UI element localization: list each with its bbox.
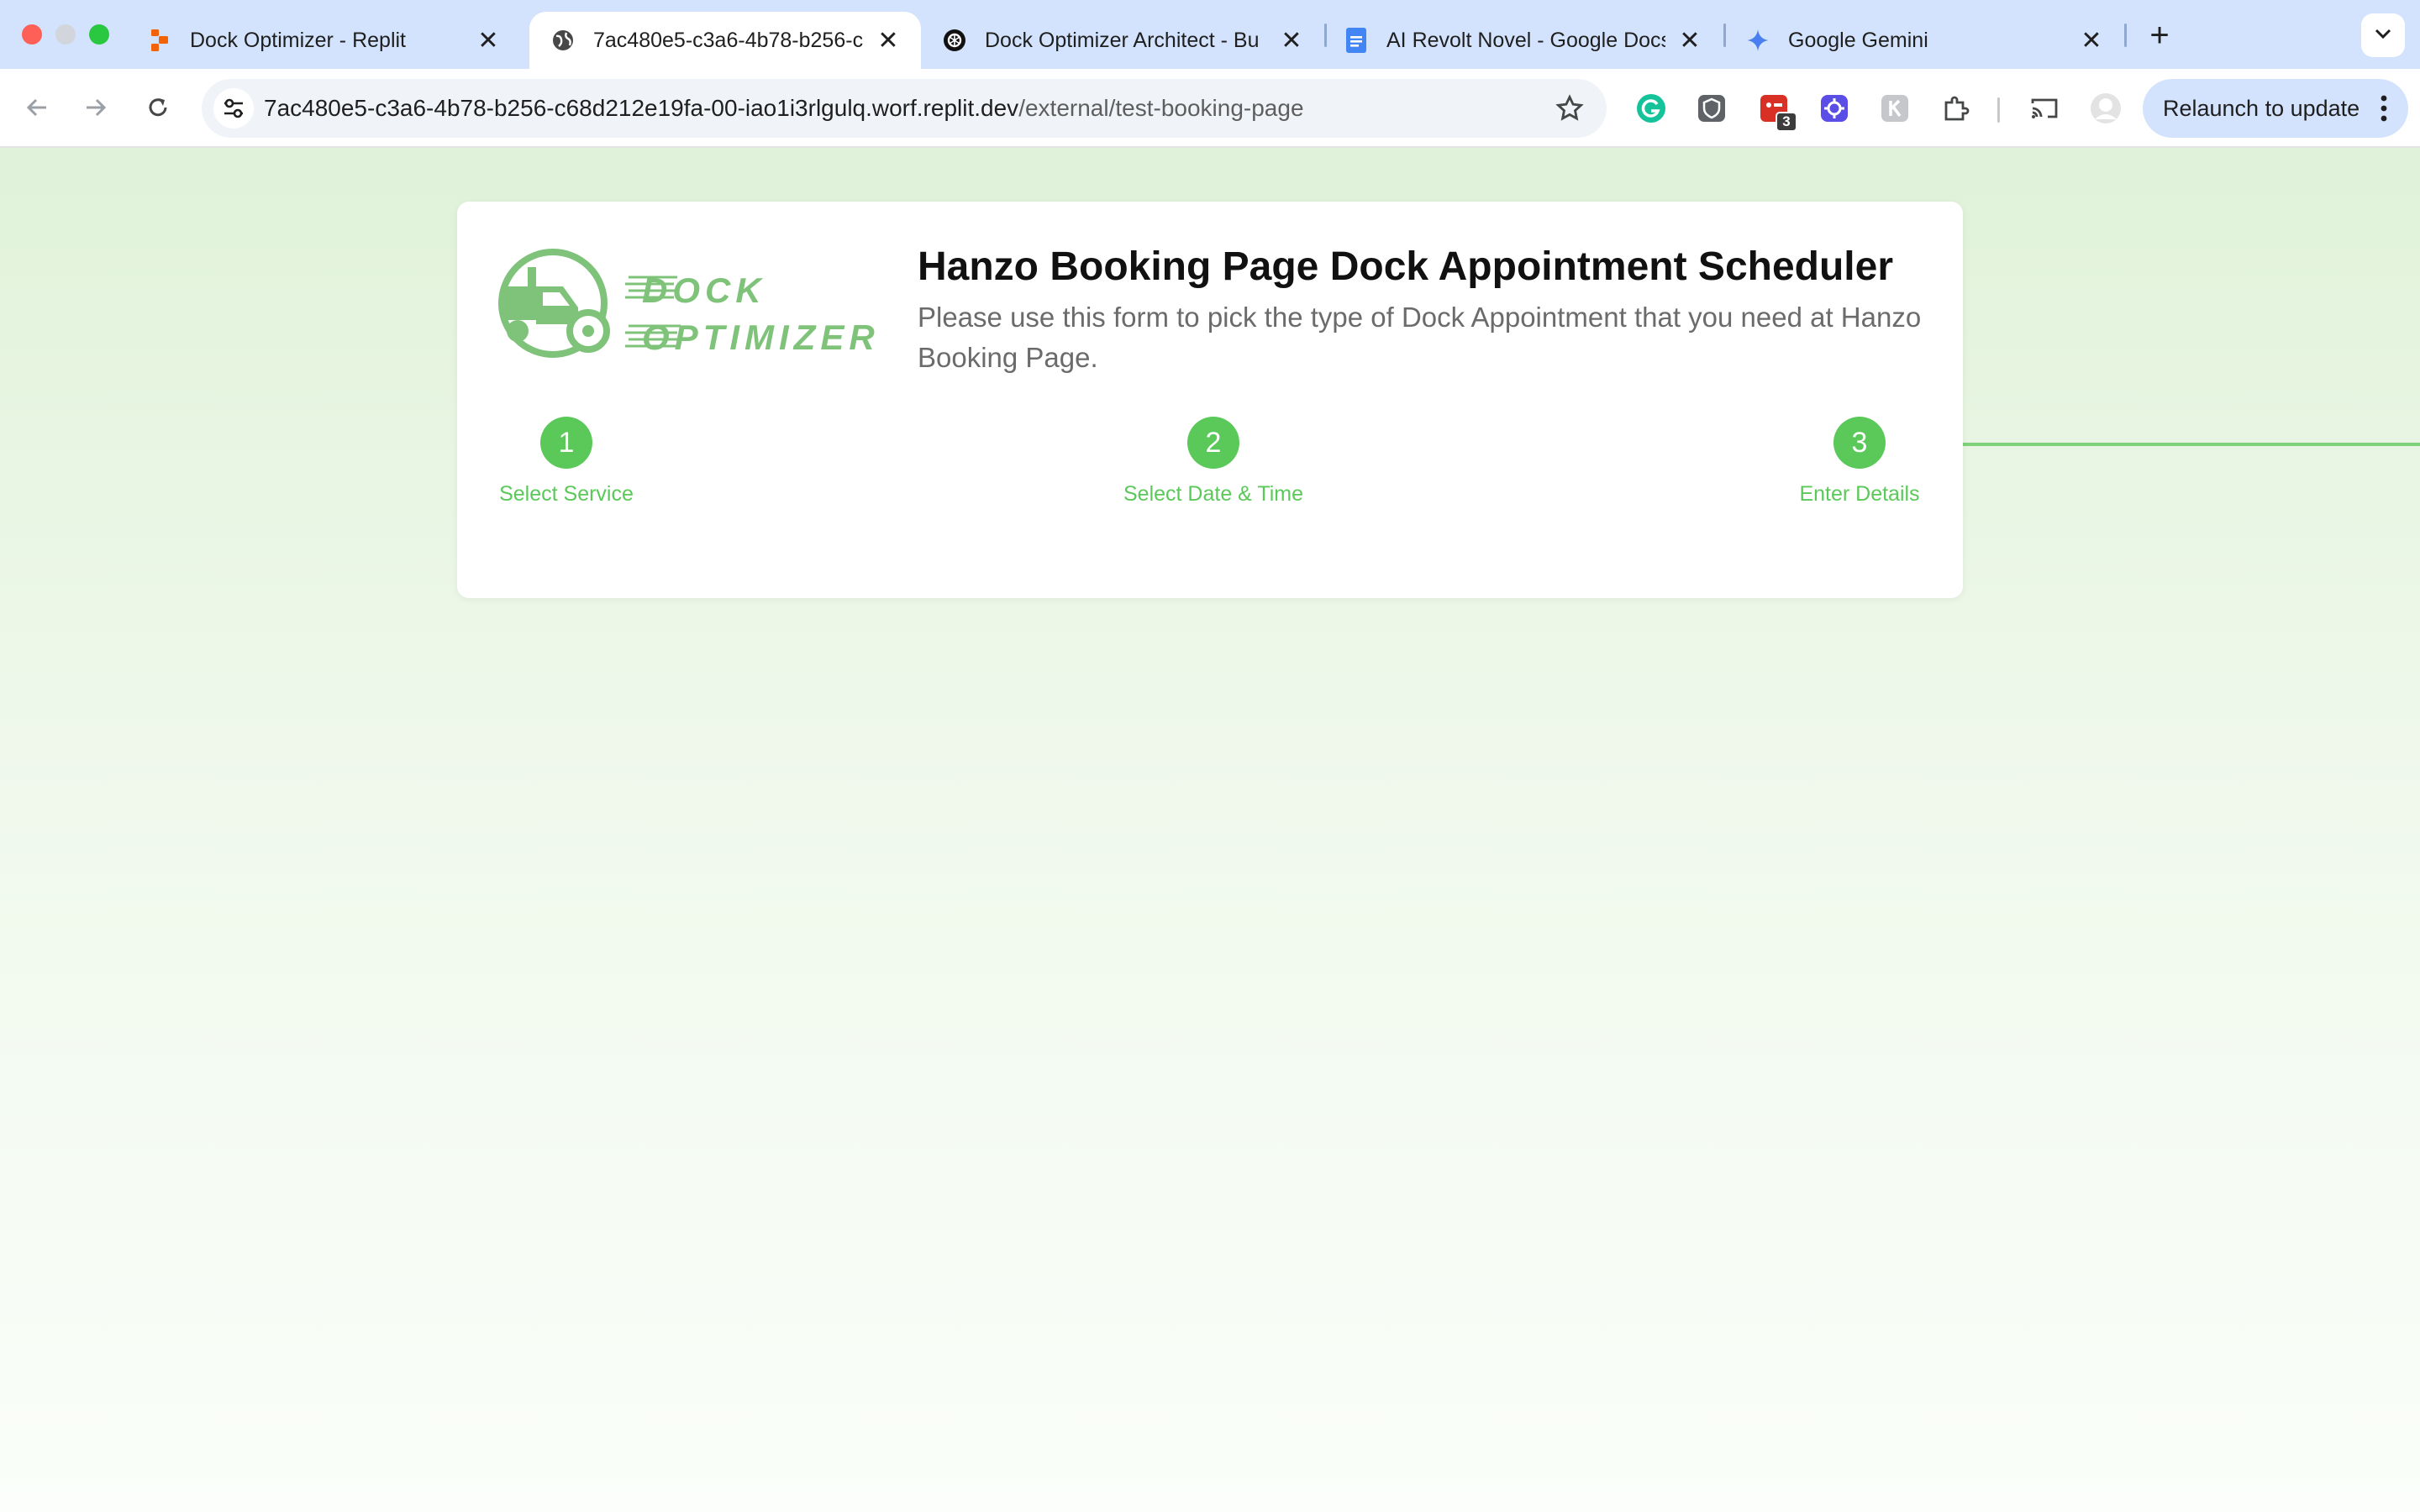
- tab-search-button[interactable]: [2361, 13, 2405, 57]
- notification-count: 3: [1776, 112, 1797, 132]
- maximize-window-button[interactable]: [89, 24, 109, 45]
- tab-separator: [2124, 24, 2127, 47]
- more-vert-icon[interactable]: [2371, 91, 2396, 126]
- chevron-down-icon: [2374, 28, 2392, 44]
- cast-icon[interactable]: [2028, 92, 2061, 125]
- tab-ai-revolt-novel[interactable]: AI Revolt Novel - Google Docs ✕: [1323, 12, 1723, 69]
- extension-gear-icon[interactable]: [1818, 92, 1851, 125]
- tab-title: Dock Optimizer Architect - Bu: [985, 28, 1260, 52]
- extension-badge-icon[interactable]: 3: [1757, 92, 1797, 132]
- reload-button[interactable]: [138, 87, 178, 128]
- tab-dock-optimizer-architect[interactable]: Dock Optimizer Architect - Bu ✕: [921, 12, 1324, 69]
- tab-close-icon[interactable]: ✕: [876, 27, 901, 55]
- toolbar-separator: [1997, 97, 2000, 123]
- chatgpt-icon: [943, 29, 966, 52]
- step-label: Select Service: [499, 482, 634, 506]
- tab-title: AI Revolt Novel - Google Docs: [1386, 28, 1665, 52]
- close-window-button[interactable]: [22, 24, 42, 45]
- new-tab-button[interactable]: +: [2141, 17, 2178, 54]
- reload-icon: [149, 98, 167, 117]
- step-number: 1: [540, 417, 592, 469]
- tab-close-icon[interactable]: ✕: [1279, 27, 1304, 55]
- page-title: Hanzo Booking Page Dock Appointment Sche…: [918, 244, 1893, 289]
- tab-title: 7ac480e5-c3a6-4b78-b256-c: [593, 28, 864, 52]
- tab-dock-optimizer-replit[interactable]: Dock Optimizer - Replit ✕: [126, 12, 521, 69]
- step-number: 3: [1833, 417, 1886, 469]
- step-select-service[interactable]: 1 Select Service: [497, 417, 635, 507]
- tab-title: Dock Optimizer - Replit: [190, 28, 406, 52]
- tab-close-icon[interactable]: ✕: [2079, 27, 2104, 55]
- extension-shield-icon[interactable]: [1695, 92, 1728, 125]
- relaunch-label: Relaunch to update: [2163, 96, 2360, 121]
- tab-booking-page[interactable]: 7ac480e5-c3a6-4b78-b256-c ✕: [529, 12, 921, 69]
- step-label: Select Date & Time: [1123, 482, 1303, 506]
- tab-title: Google Gemini: [1788, 28, 1928, 52]
- gemini-icon: [1746, 29, 1770, 52]
- relaunch-to-update-button[interactable]: Relaunch to update: [2143, 79, 2408, 138]
- back-button[interactable]: [17, 87, 57, 128]
- booking-card: DOCK OPTIMIZER Hanzo Booking Page Dock A…: [457, 202, 1963, 598]
- url-path: /external/test-booking-page: [1018, 95, 1304, 121]
- forward-button[interactable]: [76, 87, 116, 128]
- tab-close-icon[interactable]: ✕: [476, 27, 501, 55]
- step-enter-details[interactable]: 3 Enter Details: [1797, 417, 1923, 507]
- browser-toolbar: 7ac480e5-c3a6-4b78-b256-c68d212e19fa-00-…: [0, 69, 2420, 148]
- address-bar[interactable]: 7ac480e5-c3a6-4b78-b256-c68d212e19fa-00-…: [202, 79, 1607, 138]
- page-body: DOCK OPTIMIZER Hanzo Booking Page Dock A…: [0, 148, 2420, 1512]
- step-label: Enter Details: [1799, 482, 1920, 506]
- url-text[interactable]: 7ac480e5-c3a6-4b78-b256-c68d212e19fa-00-…: [264, 79, 1304, 138]
- page-subtitle: Please use this form to pick the type of…: [918, 302, 1922, 373]
- logo-line-2: OPTIMIZER: [642, 318, 880, 357]
- step-number: 2: [1187, 417, 1239, 469]
- extensions-puzzle-icon[interactable]: [1939, 92, 1972, 125]
- globe-icon: [551, 29, 575, 52]
- bookmark-star-icon[interactable]: [1551, 90, 1588, 127]
- step-select-date-time[interactable]: 2 Select Date & Time: [1121, 417, 1306, 507]
- step-connector-line: [1963, 443, 2420, 446]
- url-host: 7ac480e5-c3a6-4b78-b256-c68d212e19fa-00-…: [264, 95, 1019, 121]
- google-docs-icon: [1344, 28, 1368, 53]
- tune-icon: [224, 98, 243, 118]
- tab-google-gemini[interactable]: Google Gemini ✕: [1724, 12, 2124, 69]
- extension-k-icon[interactable]: [1878, 92, 1912, 125]
- dock-optimizer-logo: DOCK OPTIMIZER: [497, 247, 897, 370]
- arrow-right-icon: [87, 98, 107, 117]
- minimize-window-button[interactable]: [55, 24, 76, 45]
- logo-line-1: DOCK: [642, 270, 766, 310]
- arrow-left-icon: [26, 98, 46, 117]
- profile-avatar-icon[interactable]: [2089, 92, 2123, 125]
- site-info-button[interactable]: [213, 88, 254, 129]
- grammarly-icon[interactable]: [1634, 92, 1668, 125]
- tab-close-icon[interactable]: ✕: [1677, 27, 1702, 55]
- tab-strip: Dock Optimizer - Replit ✕ 7ac480e5-c3a6-…: [0, 0, 2420, 69]
- replit-icon: [148, 29, 171, 52]
